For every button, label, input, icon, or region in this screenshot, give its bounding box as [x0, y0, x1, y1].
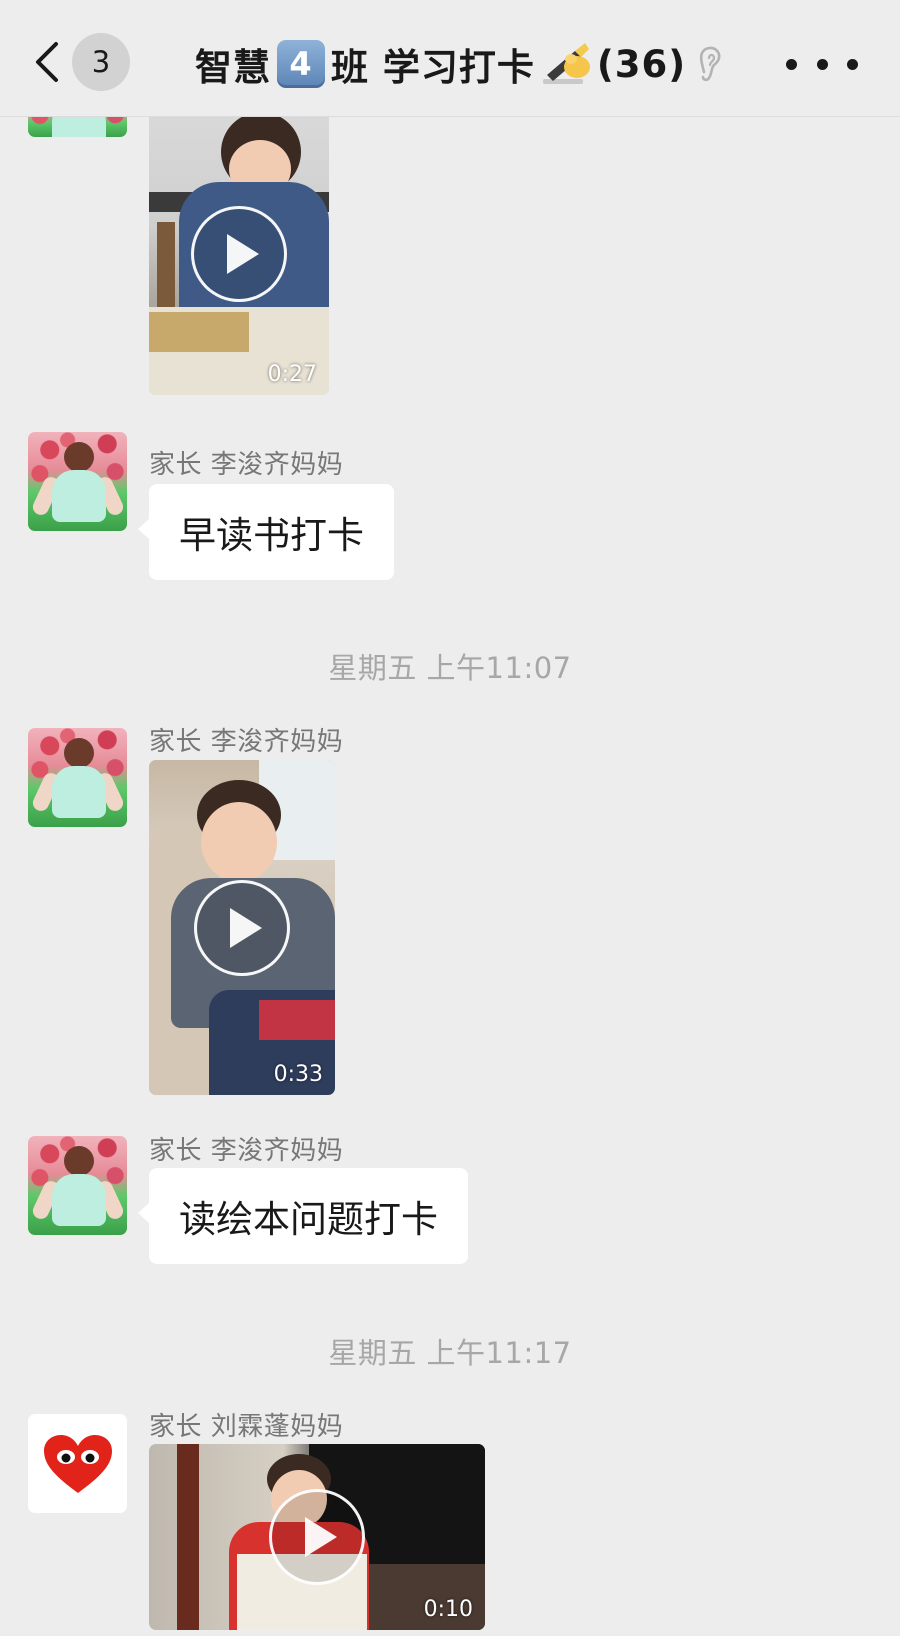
sender-name: 家长 李浚齐妈妈: [149, 727, 344, 757]
timestamp: 星期五 上午11:17: [328, 1336, 572, 1370]
sender-name: 家长 李浚齐妈妈: [149, 450, 344, 480]
chevron-left-icon: [36, 42, 58, 82]
video-duration: 0:10: [423, 1597, 473, 1622]
title-text-prefix: 智慧: [195, 46, 271, 89]
title-text-suffix: 班 学习打卡: [331, 46, 535, 89]
sender-avatar[interactable]: [28, 1136, 127, 1235]
chat-message-list[interactable]: 0:27 家长 李浚齐妈妈 早读书打卡 星期五 上午11:07 家长 李浚齐妈妈…: [0, 0, 900, 1636]
chat-header: 3 智慧 4 班 学习打卡 (36): [0, 0, 900, 117]
timestamp: 星期五 上午11:07: [328, 651, 572, 685]
video-duration: 0:27: [267, 362, 317, 387]
more-options-button[interactable]: [786, 48, 858, 80]
sender-name: 家长 刘霖蓬妈妈: [149, 1412, 344, 1442]
writing-hand-emoji: [542, 43, 590, 84]
sender-name: 家长 李浚齐妈妈: [149, 1136, 344, 1166]
more-dots-icon: [786, 58, 797, 70]
play-icon[interactable]: [194, 879, 290, 976]
sender-avatar[interactable]: [28, 728, 127, 827]
ear-icon: [700, 46, 721, 82]
unread-count-badge: 3: [72, 33, 130, 91]
sender-avatar[interactable]: [28, 432, 127, 531]
video-message[interactable]: 0:10: [149, 1444, 485, 1630]
text-message-bubble[interactable]: 早读书打卡: [138, 484, 394, 580]
text-message-bubble[interactable]: 读绘本问题打卡: [138, 1168, 468, 1264]
keycap-number-emoji: 4: [277, 40, 325, 88]
more-dots-icon: [816, 58, 828, 70]
heart-eyes-logo-icon: [43, 1434, 112, 1493]
play-icon[interactable]: [191, 205, 287, 302]
back-button[interactable]: 3: [30, 30, 140, 94]
chat-title: 智慧 4 班 学习打卡 (36): [195, 34, 726, 94]
play-icon[interactable]: [269, 1489, 365, 1585]
member-count: (36): [596, 42, 687, 86]
more-dots-icon: [847, 58, 858, 70]
video-message[interactable]: 0:33: [149, 760, 335, 1095]
sender-avatar[interactable]: [28, 1414, 127, 1513]
video-message[interactable]: 0:27: [149, 112, 329, 395]
video-duration: 0:33: [273, 1062, 323, 1087]
